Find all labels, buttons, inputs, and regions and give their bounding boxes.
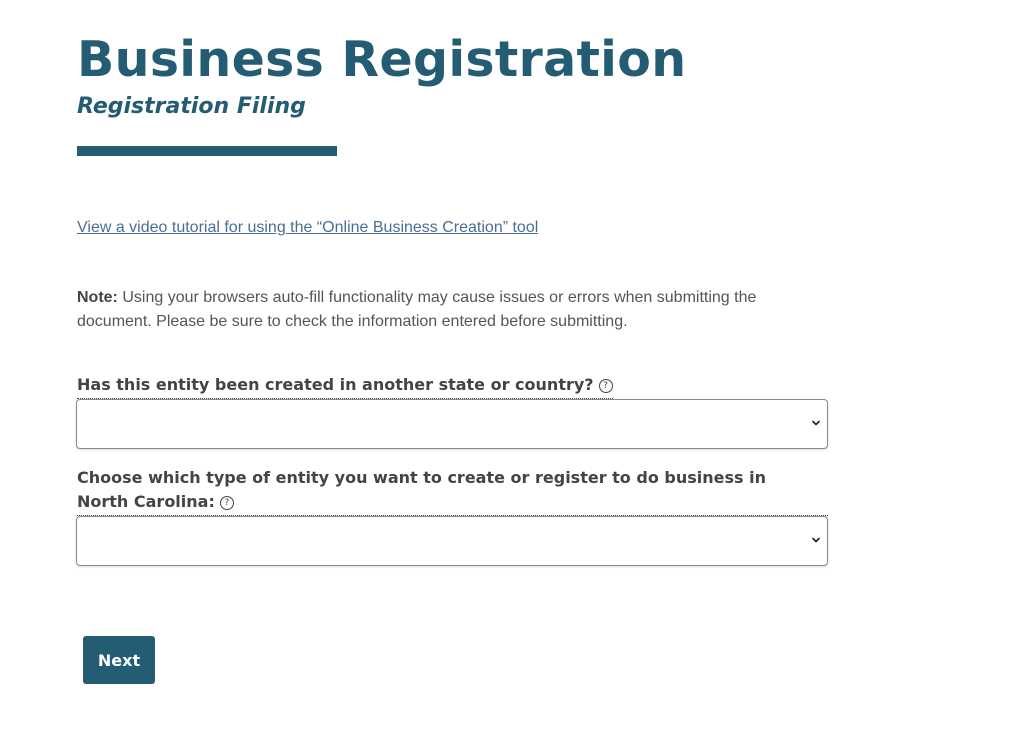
other-state-question-label: Has this entity been created in another …: [77, 373, 613, 399]
chevron-down-icon: [812, 537, 820, 543]
help-circle-icon[interactable]: ?: [598, 379, 613, 393]
autofill-note: Note: Using your browsers auto-fill func…: [77, 286, 797, 334]
next-button[interactable]: Next: [83, 636, 155, 684]
page-title: Business Registration: [77, 31, 687, 88]
chevron-down-icon: [812, 420, 820, 426]
other-state-select[interactable]: [76, 399, 828, 449]
entity-type-select[interactable]: [76, 516, 828, 566]
help-circle-icon[interactable]: ?: [219, 496, 234, 510]
other-state-question-text: Has this entity been created in another …: [77, 375, 594, 394]
video-tutorial-link[interactable]: View a video tutorial for using the “Onl…: [77, 217, 538, 239]
entity-type-question-text: Choose which type of entity you want to …: [77, 468, 766, 511]
note-label: Note:: [77, 289, 118, 306]
page-subtitle: Registration Filing: [77, 94, 306, 119]
note-text: Using your browsers auto-fill functional…: [77, 289, 757, 330]
title-divider: [77, 146, 337, 156]
entity-type-question-label: Choose which type of entity you want to …: [77, 466, 767, 514]
